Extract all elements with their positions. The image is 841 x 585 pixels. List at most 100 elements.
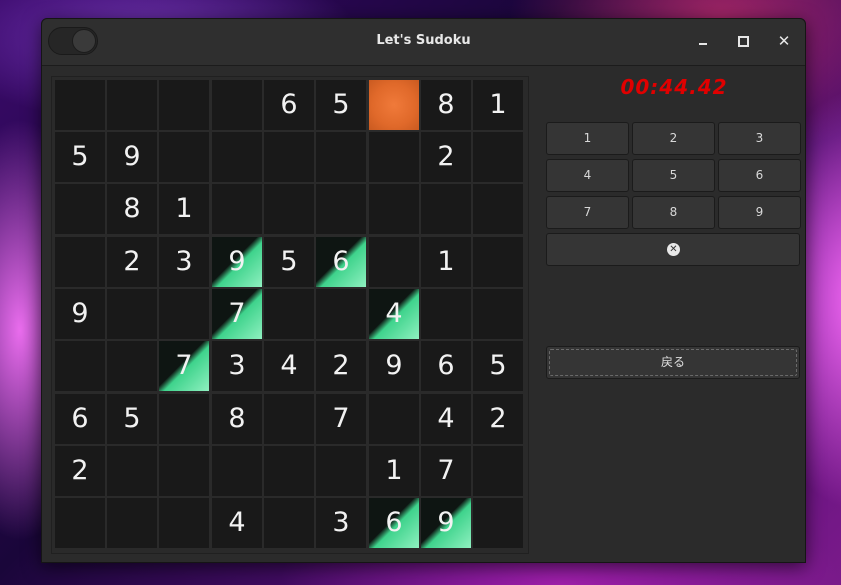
sudoku-cell[interactable]: [264, 394, 314, 444]
sudoku-cell[interactable]: [264, 184, 314, 234]
sudoku-cell[interactable]: 9: [421, 498, 471, 548]
sudoku-cell[interactable]: [473, 498, 523, 548]
maximize-icon: [738, 36, 749, 47]
sudoku-cell[interactable]: 4: [421, 394, 471, 444]
sudoku-cell[interactable]: 9: [107, 132, 157, 182]
number-button-9[interactable]: 9: [718, 196, 801, 229]
sudoku-cell[interactable]: [369, 184, 419, 234]
number-button-1[interactable]: 1: [546, 122, 629, 155]
sudoku-cell[interactable]: 7: [159, 341, 209, 391]
minimize-button[interactable]: [694, 31, 714, 51]
sudoku-cell[interactable]: 5: [107, 394, 157, 444]
sudoku-cell[interactable]: 9: [369, 341, 419, 391]
sudoku-cell[interactable]: [473, 289, 523, 339]
sudoku-cell[interactable]: [212, 184, 262, 234]
sudoku-cell[interactable]: 7: [212, 289, 262, 339]
sudoku-cell[interactable]: [159, 498, 209, 548]
number-button-3[interactable]: 3: [718, 122, 801, 155]
sudoku-cell[interactable]: [369, 237, 419, 287]
sudoku-cell[interactable]: 5: [55, 132, 105, 182]
sudoku-cell[interactable]: 2: [316, 341, 366, 391]
maximize-button[interactable]: [734, 31, 754, 51]
number-button-2[interactable]: 2: [632, 122, 715, 155]
sudoku-cell[interactable]: 6: [421, 341, 471, 391]
sudoku-cell[interactable]: [316, 289, 366, 339]
sudoku-cell[interactable]: 4: [264, 341, 314, 391]
erase-button[interactable]: ✕: [546, 233, 800, 266]
sudoku-cell[interactable]: [316, 446, 366, 496]
sudoku-cell[interactable]: 2: [107, 237, 157, 287]
sudoku-cell[interactable]: 7: [421, 446, 471, 496]
sudoku-cell[interactable]: [107, 289, 157, 339]
sudoku-cell[interactable]: [264, 289, 314, 339]
app-window: Let's Sudoku ✕ 6581592812395619747342965…: [41, 18, 806, 563]
close-button[interactable]: ✕: [774, 31, 794, 51]
sudoku-cell[interactable]: [369, 80, 419, 130]
sudoku-cell[interactable]: [159, 80, 209, 130]
sudoku-cell[interactable]: 9: [55, 289, 105, 339]
sudoku-cell[interactable]: [369, 394, 419, 444]
sudoku-cell[interactable]: 1: [159, 184, 209, 234]
sudoku-cell[interactable]: [55, 341, 105, 391]
sudoku-cell[interactable]: 5: [316, 80, 366, 130]
sudoku-cell[interactable]: [55, 80, 105, 130]
sudoku-cell[interactable]: [473, 446, 523, 496]
sudoku-cell[interactable]: 7: [316, 394, 366, 444]
sudoku-cell[interactable]: 5: [473, 341, 523, 391]
sudoku-cell[interactable]: 6: [316, 237, 366, 287]
sudoku-cell[interactable]: [421, 289, 471, 339]
sudoku-cell[interactable]: 8: [212, 394, 262, 444]
sudoku-cell[interactable]: [212, 132, 262, 182]
minimize-icon: [699, 43, 707, 45]
number-button-8[interactable]: 8: [632, 196, 715, 229]
sudoku-cell[interactable]: [264, 132, 314, 182]
sudoku-cell[interactable]: 2: [421, 132, 471, 182]
number-button-5[interactable]: 5: [632, 159, 715, 192]
sudoku-cell[interactable]: 8: [421, 80, 471, 130]
timer: 00:44.42: [620, 75, 728, 99]
sudoku-cell[interactable]: [316, 184, 366, 234]
sudoku-cell[interactable]: 2: [55, 446, 105, 496]
number-button-6[interactable]: 6: [718, 159, 801, 192]
back-button[interactable]: 戻る: [546, 346, 800, 379]
sudoku-cell[interactable]: 6: [369, 498, 419, 548]
sudoku-cell[interactable]: 4: [369, 289, 419, 339]
sudoku-cell[interactable]: 4: [212, 498, 262, 548]
sudoku-cell[interactable]: [107, 446, 157, 496]
sudoku-cell[interactable]: [159, 394, 209, 444]
sudoku-cell[interactable]: [55, 498, 105, 548]
sudoku-cell[interactable]: [107, 498, 157, 548]
sudoku-cell[interactable]: 2: [473, 394, 523, 444]
number-button-4[interactable]: 4: [546, 159, 629, 192]
sudoku-cell[interactable]: 5: [264, 237, 314, 287]
sudoku-cell[interactable]: 6: [264, 80, 314, 130]
sudoku-cell[interactable]: [473, 184, 523, 234]
sudoku-cell[interactable]: 3: [316, 498, 366, 548]
sudoku-cell[interactable]: [369, 132, 419, 182]
sudoku-cell[interactable]: [107, 80, 157, 130]
sudoku-cell[interactable]: 8: [107, 184, 157, 234]
sudoku-cell[interactable]: [264, 446, 314, 496]
sudoku-cell[interactable]: [159, 132, 209, 182]
sudoku-cell[interactable]: [212, 446, 262, 496]
sudoku-cell[interactable]: 1: [473, 80, 523, 130]
sudoku-cell[interactable]: [107, 341, 157, 391]
sudoku-cell[interactable]: 9: [212, 237, 262, 287]
sudoku-cell[interactable]: [159, 289, 209, 339]
sudoku-cell[interactable]: [264, 498, 314, 548]
sudoku-cell[interactable]: 3: [212, 341, 262, 391]
sudoku-cell[interactable]: [473, 237, 523, 287]
sudoku-cell[interactable]: 1: [421, 237, 471, 287]
sudoku-cell[interactable]: [421, 184, 471, 234]
sudoku-cell[interactable]: [212, 80, 262, 130]
sudoku-cell[interactable]: [159, 446, 209, 496]
sudoku-cell[interactable]: 6: [55, 394, 105, 444]
sudoku-board: 65815928123956197473429656587422174369: [51, 76, 529, 554]
sudoku-cell[interactable]: 1: [369, 446, 419, 496]
sudoku-cell[interactable]: [473, 132, 523, 182]
sudoku-cell[interactable]: [316, 132, 366, 182]
number-button-7[interactable]: 7: [546, 196, 629, 229]
sudoku-cell[interactable]: 3: [159, 237, 209, 287]
sudoku-cell[interactable]: [55, 237, 105, 287]
sudoku-cell[interactable]: [55, 184, 105, 234]
